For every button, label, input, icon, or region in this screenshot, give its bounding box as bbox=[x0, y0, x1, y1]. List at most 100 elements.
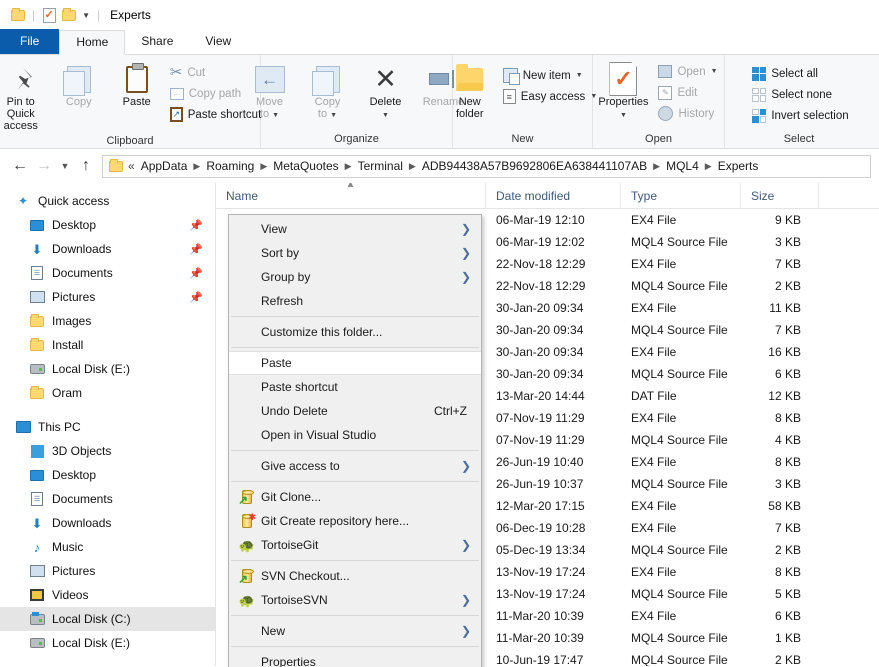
pin-to-quick-access-button[interactable]: Pin to Quick access bbox=[0, 59, 50, 135]
sidebar-item-downloads-pc[interactable]: ⬇ Downloads bbox=[0, 511, 215, 535]
move-to-button[interactable]: ← Move to ▼ bbox=[241, 59, 299, 125]
copy-icon bbox=[62, 62, 91, 96]
chevron-right-icon[interactable]: ▶ bbox=[190, 161, 203, 172]
chevron-right-icon: ❯ bbox=[460, 222, 471, 236]
menu-item-git-clone[interactable]: ↗ Git Clone... bbox=[229, 485, 481, 509]
copy-button[interactable]: Copy bbox=[50, 59, 108, 111]
breadcrumb-overflow[interactable]: « bbox=[128, 159, 138, 173]
properties-button[interactable]: ✓ Properties ▼ bbox=[592, 59, 654, 125]
sidebar-item-pictures-pc[interactable]: Pictures bbox=[0, 559, 215, 583]
menu-item-group-by[interactable]: Group by ❯ bbox=[229, 265, 481, 289]
pin-icon[interactable]: 📌 bbox=[189, 267, 203, 280]
file-date-cell: 12-Mar-20 17:15 bbox=[496, 499, 585, 513]
sidebar-item-documents[interactable]: ☰ Documents 📌 bbox=[0, 261, 215, 285]
sidebar-item-downloads[interactable]: ⬇ Downloads 📌 bbox=[0, 237, 215, 261]
menu-item-tortoisegit[interactable]: 🐢 TortoiseGit ❯ bbox=[229, 533, 481, 557]
menu-item-git-create-repository-here[interactable]: ✱ Git Create repository here... bbox=[229, 509, 481, 533]
chevron-right-icon[interactable]: ▶ bbox=[257, 161, 270, 172]
menu-item-refresh[interactable]: Refresh bbox=[229, 289, 481, 313]
ribbon-tabs: File Home Share View bbox=[0, 29, 879, 55]
pin-icon[interactable]: 📌 bbox=[189, 243, 203, 256]
folder-icon bbox=[28, 385, 46, 399]
sidebar-item-music[interactable]: ♪ Music bbox=[0, 535, 215, 559]
invert-selection-button[interactable]: Invert selection bbox=[750, 105, 853, 126]
column-header-type[interactable]: Type bbox=[621, 183, 741, 209]
sidebar-item-images[interactable]: Images bbox=[0, 309, 215, 333]
menu-item-paste-shortcut[interactable]: Paste shortcut bbox=[229, 375, 481, 399]
new-folder-button[interactable]: New folder bbox=[441, 59, 499, 123]
tab-file[interactable]: File bbox=[0, 29, 60, 54]
menu-item-paste[interactable]: Paste bbox=[229, 351, 481, 375]
recent-locations-chevron-down-icon[interactable]: ▼ bbox=[56, 154, 74, 178]
chevron-right-icon[interactable]: ▶ bbox=[342, 161, 355, 172]
menu-item-tortoisesvn[interactable]: 🐢 TortoiseSVN ❯ bbox=[229, 588, 481, 612]
chevron-right-icon[interactable]: ▶ bbox=[406, 161, 419, 172]
menu-item-customize-this-folder[interactable]: Customize this folder... bbox=[229, 320, 481, 344]
select-all-button[interactable]: Select all bbox=[750, 63, 853, 84]
breadcrumb[interactable]: « AppData ▶ Roaming ▶ MetaQuotes ▶ Termi… bbox=[102, 154, 871, 178]
breadcrumb-item-terminal[interactable]: Terminal bbox=[355, 159, 406, 173]
sidebar-item-desktop[interactable]: Desktop 📌 bbox=[0, 213, 215, 237]
history-button[interactable]: History bbox=[656, 103, 722, 124]
pin-icon[interactable]: 📌 bbox=[189, 291, 203, 304]
file-date-cell: 30-Jan-20 09:34 bbox=[496, 367, 584, 381]
menu-item-properties[interactable]: Properties bbox=[229, 650, 481, 667]
column-header-size[interactable]: Size bbox=[741, 183, 819, 209]
paste-button[interactable]: Paste bbox=[108, 59, 166, 111]
menu-item-new[interactable]: New ❯ bbox=[229, 619, 481, 643]
copy-to-button[interactable]: Copy to ▼ bbox=[299, 59, 357, 125]
chevron-right-icon[interactable]: ▶ bbox=[702, 161, 715, 172]
pin-icon[interactable]: 📌 bbox=[189, 219, 203, 232]
file-date-cell: 22-Nov-18 12:29 bbox=[496, 279, 586, 293]
sidebar-item-this-pc[interactable]: This PC bbox=[0, 415, 215, 439]
music-icon: ♪ bbox=[33, 539, 41, 555]
sidebar-item-documents-pc[interactable]: ☰ Documents bbox=[0, 487, 215, 511]
back-arrow-icon[interactable]: ← bbox=[8, 154, 32, 178]
breadcrumb-item-instance-id[interactable]: ADB94438A57B9692806EA638441107AB bbox=[419, 159, 650, 173]
new-folder-icon[interactable] bbox=[59, 5, 79, 25]
sidebar-item-local-disk-c[interactable]: Local Disk (C:) bbox=[0, 607, 215, 631]
tab-home[interactable]: Home bbox=[59, 30, 126, 55]
sidebar-item-pictures[interactable]: Pictures 📌 bbox=[0, 285, 215, 309]
sidebar-item-label: Videos bbox=[52, 588, 89, 602]
menu-item-sort-by[interactable]: Sort by ❯ bbox=[229, 241, 481, 265]
breadcrumb-item-metaquotes[interactable]: MetaQuotes bbox=[270, 159, 341, 173]
file-size-cell: 7 KB bbox=[774, 257, 801, 271]
file-size-cell: 6 KB bbox=[774, 609, 801, 623]
sidebar-item-local-disk-e-quick[interactable]: Local Disk (E:) bbox=[0, 357, 215, 381]
delete-button[interactable]: ✕ Delete ▼ bbox=[357, 59, 415, 125]
edit-button[interactable]: ✎ Edit bbox=[656, 82, 722, 103]
sidebar-item-oram[interactable]: Oram bbox=[0, 381, 215, 405]
menu-item-give-access-to[interactable]: Give access to ❯ bbox=[229, 454, 481, 478]
tortoise-svn-icon: 🐢 bbox=[238, 592, 256, 608]
properties-icon[interactable]: ✓ bbox=[39, 5, 59, 25]
breadcrumb-item-mql4[interactable]: MQL4 bbox=[663, 159, 702, 173]
menu-item-open-in-visual-studio[interactable]: Open in Visual Studio bbox=[229, 423, 481, 447]
up-arrow-icon[interactable]: ↑ bbox=[74, 154, 98, 178]
tab-view[interactable]: View bbox=[189, 29, 247, 54]
menu-item-svn-checkout[interactable]: ↗ SVN Checkout... bbox=[229, 564, 481, 588]
folder-icon[interactable] bbox=[8, 5, 28, 25]
sidebar-item-local-disk-e[interactable]: Local Disk (E:) bbox=[0, 631, 215, 655]
sidebar-item-install[interactable]: Install bbox=[0, 333, 215, 357]
column-header-date-modified[interactable]: Date modified bbox=[486, 183, 621, 209]
breadcrumb-item-appdata[interactable]: AppData bbox=[138, 159, 191, 173]
open-button[interactable]: Open ▼ bbox=[656, 61, 722, 82]
breadcrumb-item-experts[interactable]: Experts bbox=[715, 159, 762, 173]
chevron-down-icon[interactable]: ▼ bbox=[79, 11, 93, 20]
sidebar-item-3d-objects[interactable]: 3D Objects bbox=[0, 439, 215, 463]
ribbon-group-select: Select all Select none Invert selection … bbox=[725, 55, 873, 148]
sidebar-item-label: Pictures bbox=[52, 290, 96, 304]
sidebar-item-videos[interactable]: Videos bbox=[0, 583, 215, 607]
sidebar-item-quick-access[interactable]: ✦ Quick access bbox=[0, 189, 215, 213]
file-type-cell: DAT File bbox=[631, 389, 677, 403]
select-none-button[interactable]: Select none bbox=[750, 84, 853, 105]
breadcrumb-item-roaming[interactable]: Roaming bbox=[203, 159, 257, 173]
tab-share[interactable]: Share bbox=[125, 29, 189, 54]
column-header-name[interactable]: ▲ Name bbox=[216, 183, 486, 209]
menu-item-undo-delete[interactable]: Undo Delete Ctrl+Z bbox=[229, 399, 481, 423]
sidebar-item-desktop-pc[interactable]: Desktop bbox=[0, 463, 215, 487]
forward-arrow-icon[interactable]: → bbox=[32, 154, 56, 178]
chevron-right-icon[interactable]: ▶ bbox=[650, 161, 663, 172]
menu-item-view[interactable]: View ❯ bbox=[229, 217, 481, 241]
